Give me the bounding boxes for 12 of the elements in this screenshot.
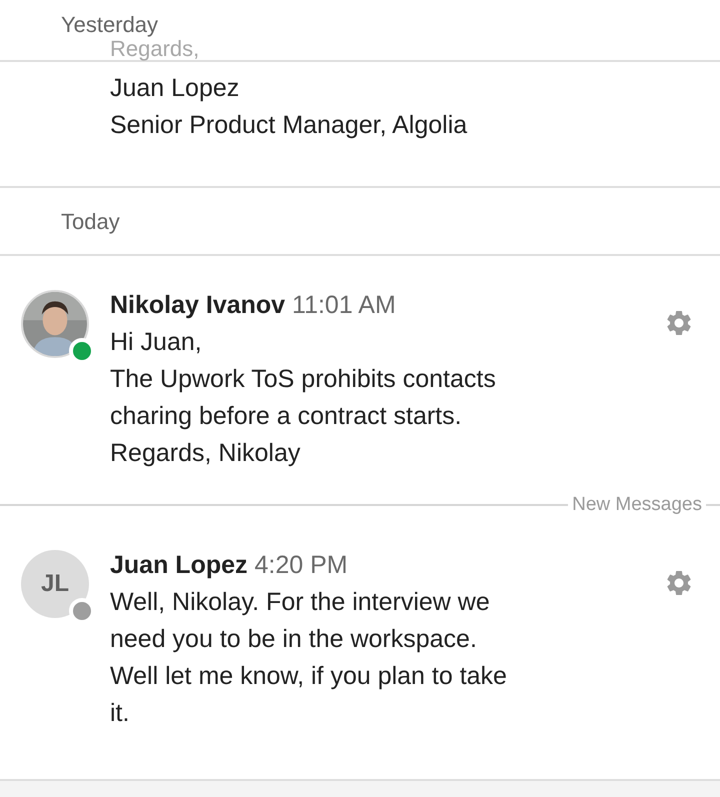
message-text: Hi Juan, The Upwork ToS prohibits contacts charing before a contract starts. Regards, Nikolay — [110, 327, 497, 469]
message-text: Well, Nikolay. For the interview we need you to be in the workspace. Well let me know, if you plan to take it. — [110, 587, 508, 729]
date-header: Yesterday — [61, 12, 160, 38]
date-header: Today — [61, 208, 120, 236]
message-text: Juan Lopez Senior Product Manager, Algolia — [0, 62, 720, 188]
sender-name: Juan Lopez — [110, 551, 248, 579]
new-messages-divider-label: New Messages — [571, 494, 703, 516]
message-time: 4:20 PM — [254, 551, 348, 579]
avatar-initials: JL — [21, 550, 89, 618]
message-time: 11:01 AM — [292, 291, 396, 319]
sender-name: Nikolay Ivanov — [110, 291, 286, 319]
message-text: Regards, — [110, 38, 200, 60]
